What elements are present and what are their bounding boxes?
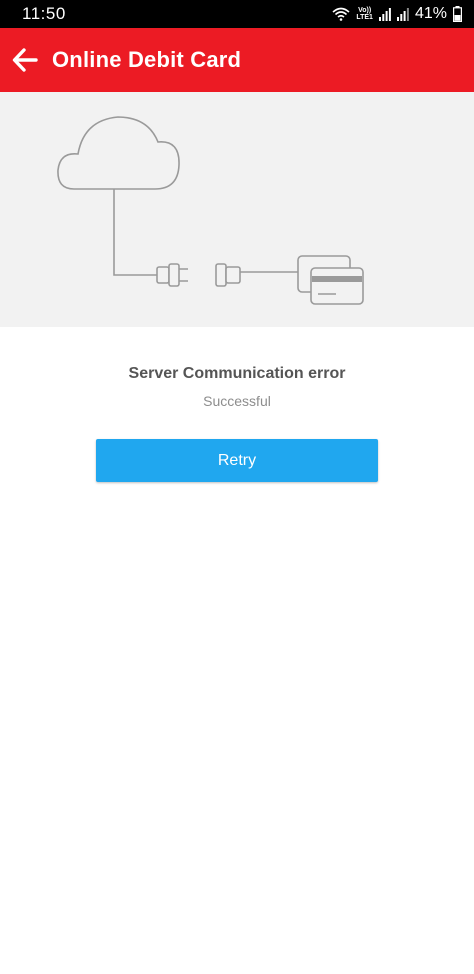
signal-icon <box>378 8 391 21</box>
signal-icon <box>396 8 409 21</box>
error-content: Server Communication error Successful Re… <box>0 327 474 482</box>
volte-indicator: Vo)) LTE1 <box>356 7 373 21</box>
credit-card-icon <box>297 255 364 305</box>
connection-illustration <box>0 92 474 327</box>
status-icons: Vo)) LTE1 41% <box>332 5 462 23</box>
cable-left <box>113 189 157 276</box>
error-subtitle: Successful <box>203 393 271 409</box>
cloud-icon <box>57 116 180 190</box>
socket-icon <box>215 263 241 287</box>
volte-top-label: Vo)) <box>358 7 372 14</box>
wifi-icon <box>332 7 350 21</box>
back-button[interactable] <box>0 28 50 92</box>
volte-bottom-label: LTE1 <box>356 14 373 21</box>
retry-button[interactable]: Retry <box>96 439 378 482</box>
battery-percent: 41% <box>414 5 447 22</box>
arrow-left-icon <box>12 48 38 72</box>
battery-icon <box>453 6 462 22</box>
status-time: 11:50 <box>22 4 66 23</box>
page-title: Online Debit Card <box>52 47 242 72</box>
illustration-graphic <box>57 116 364 305</box>
error-title: Server Communication error <box>128 365 346 382</box>
status-bar: 11:50 Vo)) LTE1 41% <box>0 0 474 28</box>
app-bar: Online Debit Card <box>0 28 474 92</box>
plug-icon <box>156 263 188 287</box>
